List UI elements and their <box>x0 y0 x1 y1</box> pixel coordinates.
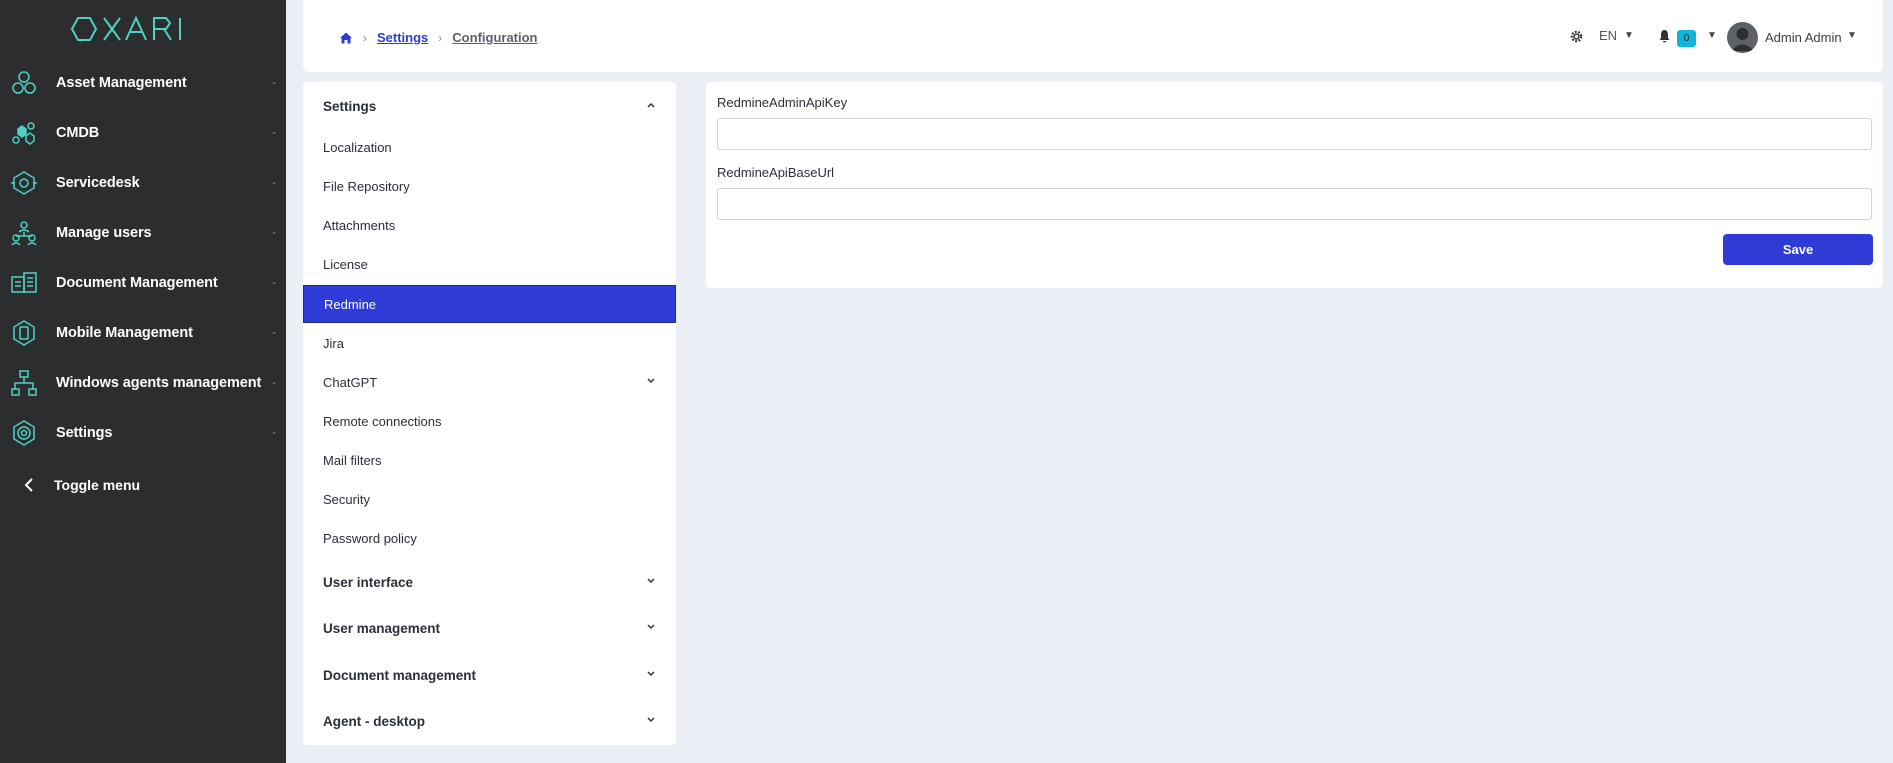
user-name[interactable]: Admin Admin <box>1765 30 1842 45</box>
asset-hexagons-icon <box>10 69 38 97</box>
settings-item-redmine[interactable]: Redmine <box>303 285 676 323</box>
chevron-down-icon[interactable]: ▼ <box>1707 30 1717 41</box>
save-button[interactable]: Save <box>1723 234 1873 265</box>
settings-group-title: Settings <box>323 98 377 114</box>
redmine-admin-api-key-label: RedmineAdminApiKey <box>717 95 848 110</box>
expand-indicator: - <box>272 177 276 189</box>
chevron-up-icon <box>647 102 655 108</box>
settings-group-user-management[interactable]: User management <box>303 609 676 647</box>
expand-indicator: - <box>272 77 276 89</box>
breadcrumb: › Settings › Configuration <box>339 30 538 45</box>
settings-item-localization[interactable]: Localization <box>303 128 676 166</box>
expand-indicator: - <box>272 427 276 439</box>
expand-indicator: - <box>272 377 276 389</box>
sidebar-item-settings[interactable]: Settings - <box>0 411 286 455</box>
cmdb-icon <box>10 119 38 147</box>
language-selector[interactable]: EN <box>1599 28 1617 43</box>
sidebar-item-label: Asset Management <box>56 75 187 91</box>
avatar[interactable] <box>1727 22 1758 53</box>
expand-indicator: - <box>272 277 276 289</box>
menu-item-label: Localization <box>323 139 392 155</box>
settings-item-security[interactable]: Security <box>303 480 676 518</box>
breadcrumb-configuration-link[interactable]: Configuration <box>452 30 537 45</box>
settings-cog-icon <box>10 419 38 447</box>
menu-item-label: ChatGPT <box>323 374 378 390</box>
menu-item-label: Redmine <box>324 296 377 312</box>
chevron-down-icon <box>647 378 655 384</box>
home-icon[interactable] <box>339 31 353 45</box>
settings-group-user-interface[interactable]: User interface <box>303 563 676 601</box>
sidebar-item-label: Document Management <box>56 275 218 291</box>
redmine-api-base-url-label: RedmineApiBaseUrl <box>717 165 835 180</box>
sidebar-item-cmdb[interactable]: CMDB - <box>0 111 286 155</box>
bell-icon[interactable] <box>1658 29 1671 43</box>
menu-item-label: Mail filters <box>323 452 382 468</box>
sidebar-item-asset-management[interactable]: Asset Management - <box>0 61 286 105</box>
documents-icon <box>10 269 38 297</box>
notification-count-badge[interactable]: 0 <box>1677 30 1696 47</box>
settings-item-file-repository[interactable]: File Repository <box>303 167 676 205</box>
mobile-icon <box>10 319 38 347</box>
sidebar-item-label: Manage users <box>56 225 152 241</box>
group-title: User management <box>323 620 441 636</box>
servicedesk-eye-icon <box>10 169 38 197</box>
gear-icon[interactable] <box>1569 29 1584 44</box>
menu-item-label: Password policy <box>323 530 417 546</box>
group-title: Agent - desktop <box>323 713 426 729</box>
sidebar-item-label: Mobile Management <box>56 325 193 341</box>
toggle-menu-button[interactable]: Toggle menu <box>0 470 286 500</box>
users-hierarchy-icon <box>10 219 38 247</box>
chevron-left-icon <box>24 478 33 492</box>
redmine-admin-api-key-input[interactable] <box>717 118 1872 150</box>
settings-item-jira[interactable]: Jira <box>303 324 676 362</box>
settings-group-document-management[interactable]: Document management <box>303 656 676 694</box>
menu-item-label: Security <box>323 491 370 507</box>
breadcrumb-settings-link[interactable]: Settings <box>377 30 428 45</box>
menu-item-label: Jira <box>323 335 344 351</box>
sidebar-item-label: CMDB <box>56 125 100 141</box>
sidebar-item-mobile-management[interactable]: Mobile Management - <box>0 311 286 355</box>
settings-group-agent-desktop[interactable]: Agent - desktop <box>303 702 676 740</box>
settings-item-chatgpt[interactable]: ChatGPT <box>303 363 676 401</box>
breadcrumb-separator: › <box>363 30 367 45</box>
oxari-logo[interactable] <box>70 12 200 46</box>
sidebar-item-label: Servicedesk <box>56 175 140 191</box>
settings-item-attachments[interactable]: Attachments <box>303 206 676 244</box>
network-icon <box>10 369 38 397</box>
expand-indicator: - <box>272 327 276 339</box>
menu-item-label: File Repository <box>323 178 410 194</box>
top-header: › Settings › Configuration EN ▼ 0 ▼ Admi… <box>303 0 1883 72</box>
settings-item-remote-connections[interactable]: Remote connections <box>303 402 676 440</box>
sidebar-item-windows-agents-management[interactable]: Windows agents management - <box>0 361 286 405</box>
sidebar-item-label: Settings <box>56 425 113 441</box>
sidebar-item-manage-users[interactable]: Manage users - <box>0 211 286 255</box>
menu-item-label: Remote connections <box>323 413 442 429</box>
chevron-down-icon <box>647 671 655 677</box>
chevron-down-icon <box>647 624 655 630</box>
header-actions: EN ▼ 0 ▼ Admin Admin ▼ <box>1483 22 1883 53</box>
settings-item-license[interactable]: License <box>303 245 676 283</box>
chevron-down-icon <box>647 717 655 723</box>
settings-group-header[interactable]: Settings <box>303 87 676 125</box>
group-title: User interface <box>323 574 414 590</box>
menu-item-label: License <box>323 256 368 272</box>
sidebar: Asset Management - CMDB - Servicedesk - … <box>0 0 286 763</box>
toggle-menu-label: Toggle menu <box>54 477 141 493</box>
expand-indicator: - <box>272 127 276 139</box>
redmine-api-base-url-input[interactable] <box>717 188 1872 220</box>
group-title: Document management <box>323 667 477 683</box>
settings-item-mail-filters[interactable]: Mail filters <box>303 441 676 479</box>
sidebar-item-label: Windows agents management <box>56 375 262 391</box>
chevron-down-icon[interactable]: ▼ <box>1624 30 1634 41</box>
redmine-settings-form: RedmineAdminApiKey RedmineApiBaseUrl Sav… <box>706 82 1883 288</box>
settings-menu-panel: Settings Localization File Repository At… <box>303 82 676 745</box>
sidebar-item-document-management[interactable]: Document Management - <box>0 261 286 305</box>
chevron-down-icon[interactable]: ▼ <box>1847 30 1857 41</box>
chevron-down-icon <box>647 578 655 584</box>
sidebar-item-servicedesk[interactable]: Servicedesk - <box>0 161 286 205</box>
expand-indicator: - <box>272 227 276 239</box>
menu-item-label: Attachments <box>323 217 396 233</box>
settings-item-password-policy[interactable]: Password policy <box>303 519 676 557</box>
breadcrumb-separator: › <box>438 30 443 45</box>
